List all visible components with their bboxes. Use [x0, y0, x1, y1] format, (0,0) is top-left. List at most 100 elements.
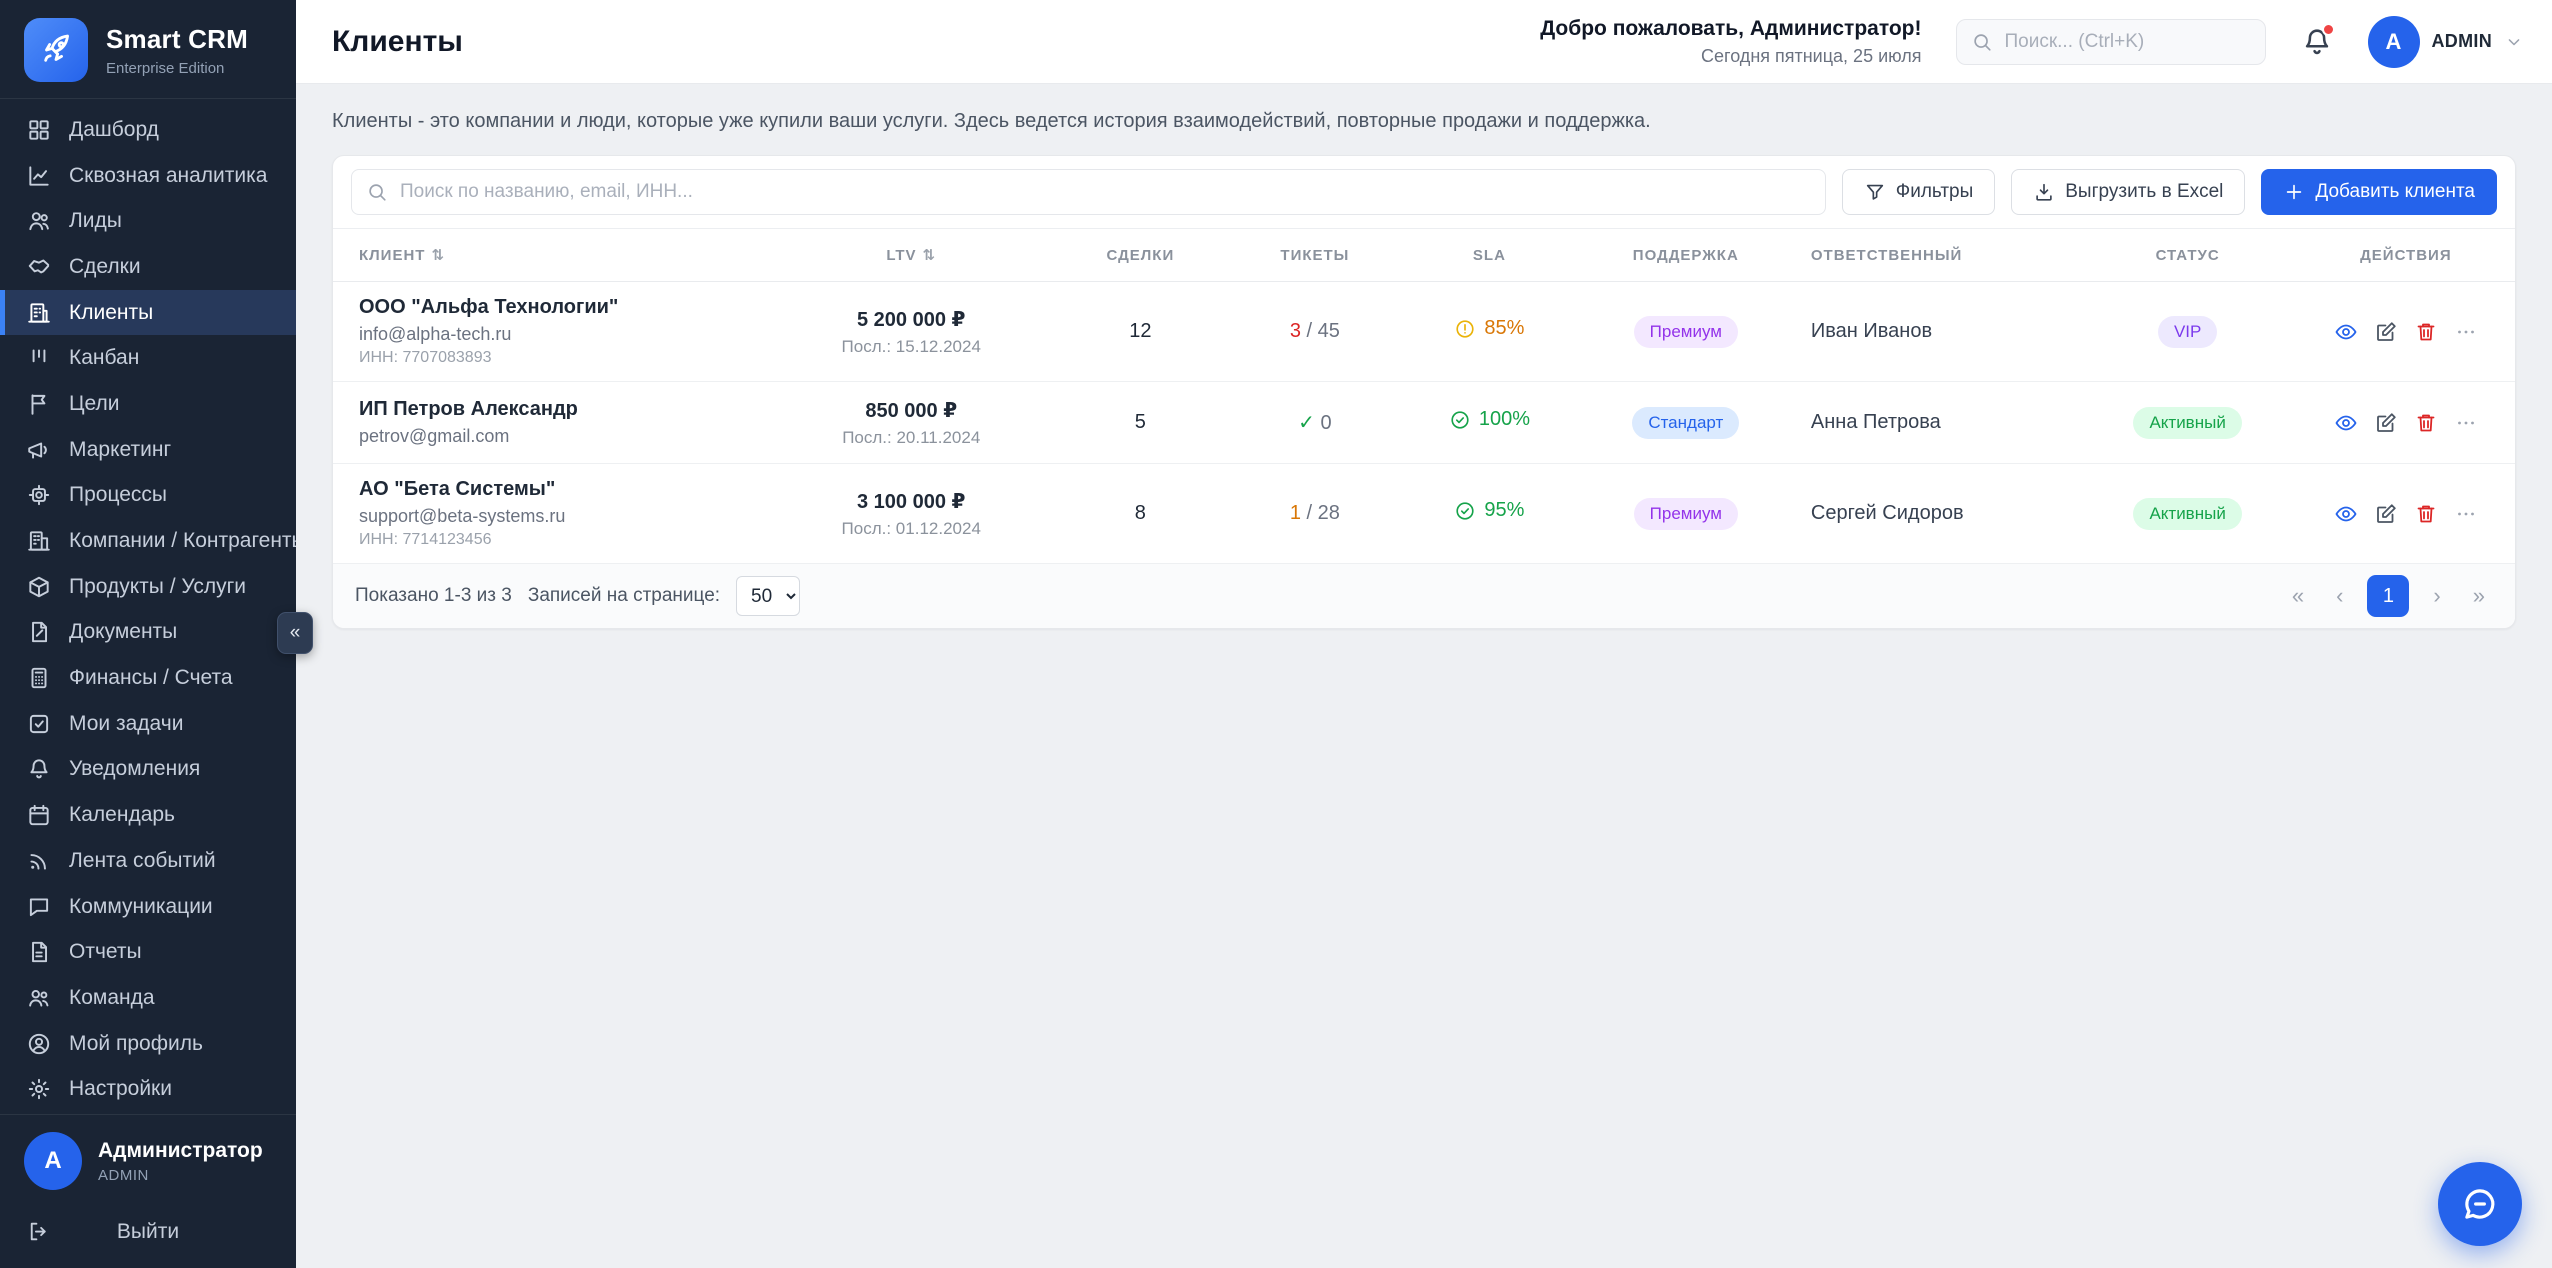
export-excel-button[interactable]: Выгрузить в Excel: [2011, 169, 2245, 215]
view-icon[interactable]: [2334, 411, 2358, 435]
add-client-button[interactable]: Добавить клиента: [2261, 169, 2497, 215]
client-email: support@beta-systems.ru: [359, 506, 757, 527]
column-header-tickets: Тикеты: [1228, 229, 1403, 282]
logout-label: Выйти: [51, 1220, 245, 1244]
delete-icon[interactable]: [2414, 320, 2438, 344]
global-search-input[interactable]: [1956, 19, 2266, 65]
feed-icon: [26, 848, 52, 874]
delete-icon[interactable]: [2414, 502, 2438, 526]
logout-button[interactable]: Выйти: [0, 1207, 296, 1268]
sidebar-item-calendar[interactable]: Календарь: [0, 792, 296, 838]
notifications-button[interactable]: [2300, 25, 2334, 59]
team-icon: [26, 985, 52, 1011]
communications-icon: [26, 894, 52, 920]
sidebar-item-profile[interactable]: Мой профиль: [0, 1021, 296, 1067]
sidebar-item-label: Канбан: [69, 346, 139, 370]
sidebar-item-reports[interactable]: Отчеты: [0, 929, 296, 975]
sidebar-user-menu[interactable]: A Администратор ADMIN: [0, 1114, 296, 1207]
avatar: A: [2368, 16, 2420, 68]
tasks-icon: [26, 711, 52, 737]
column-header-client[interactable]: Клиент⇅: [333, 229, 769, 282]
view-icon[interactable]: [2334, 320, 2358, 344]
more-actions-icon[interactable]: [2454, 320, 2478, 344]
edit-icon[interactable]: [2374, 502, 2398, 526]
edit-icon[interactable]: [2374, 320, 2398, 344]
sidebar-item-settings[interactable]: Настройки: [0, 1066, 296, 1112]
app-title: Smart CRM: [106, 24, 248, 55]
table-toolbar: Фильтры Выгрузить в Excel Добавить клиен…: [333, 156, 2515, 229]
main-content: Клиенты Добро пожаловать, Администратор!…: [296, 0, 2552, 1268]
tickets-total: / 28: [1301, 502, 1340, 524]
user-menu[interactable]: A ADMIN: [2368, 16, 2525, 68]
page-button-1[interactable]: 1: [2367, 575, 2409, 617]
sidebar-item-label: Настройки: [69, 1077, 172, 1101]
support-badge: Премиум: [1634, 316, 1738, 348]
sidebar-item-products[interactable]: Продукты / Услуги: [0, 564, 296, 610]
prev-page-button[interactable]: ‹: [2328, 579, 2351, 613]
sidebar-item-clients[interactable]: Клиенты: [0, 290, 296, 336]
view-icon[interactable]: [2334, 502, 2358, 526]
table-search-input[interactable]: [351, 169, 1826, 215]
delete-icon[interactable]: [2414, 411, 2438, 435]
sidebar-item-kanban[interactable]: Канбан: [0, 335, 296, 381]
sidebar-item-label: Дашборд: [69, 118, 159, 142]
responsible-name: Иван Иванов: [1795, 282, 2079, 382]
download-icon: [2033, 181, 2055, 203]
client-name: АО "Бета Системы": [359, 478, 757, 501]
sidebar-item-label: Мои задачи: [69, 712, 183, 736]
marketing-icon: [26, 437, 52, 463]
ltv-last-date: Посл.: 01.12.2024: [781, 519, 1041, 539]
more-actions-icon[interactable]: [2454, 411, 2478, 435]
sidebar-item-label: Сквозная аналитика: [69, 164, 267, 188]
ltv-value: 3 100 000 ₽: [781, 489, 1041, 514]
tickets-open: 1: [1290, 502, 1301, 524]
status-badge: VIP: [2158, 316, 2217, 348]
responsible-name: Анна Петрова: [1795, 382, 2079, 464]
sidebar-item-leads[interactable]: Лиды: [0, 198, 296, 244]
status-badge: Активный: [2133, 407, 2241, 439]
analytics-icon: [26, 163, 52, 189]
sidebar: Smart CRM Enterprise Edition Дашборд Скво…: [0, 0, 296, 1268]
sidebar-item-label: Маркетинг: [69, 438, 171, 462]
reports-icon: [26, 939, 52, 965]
sidebar-item-analytics[interactable]: Сквозная аналитика: [0, 153, 296, 199]
sidebar-collapse-button[interactable]: «: [277, 612, 313, 654]
edit-icon[interactable]: [2374, 411, 2398, 435]
sidebar-item-goals[interactable]: Цели: [0, 381, 296, 427]
sidebar-item-marketing[interactable]: Маркетинг: [0, 427, 296, 473]
responsible-name: Сергей Сидоров: [1795, 464, 2079, 564]
sidebar-item-communications[interactable]: Коммуникации: [0, 884, 296, 930]
ltv-last-date: Посл.: 20.11.2024: [781, 428, 1041, 448]
last-page-button[interactable]: »: [2465, 579, 2493, 613]
sidebar-item-deals[interactable]: Сделки: [0, 244, 296, 290]
first-page-button[interactable]: «: [2284, 579, 2312, 613]
filters-button[interactable]: Фильтры: [1842, 169, 1995, 215]
sidebar-item-feed[interactable]: Лента событий: [0, 838, 296, 884]
sidebar-item-notifications[interactable]: Уведомления: [0, 747, 296, 793]
clients-table: Клиент⇅LTV⇅СделкиТикетыSLAПоддержкаОтвет…: [333, 229, 2515, 564]
sidebar-item-processes[interactable]: Процессы: [0, 473, 296, 519]
sla-value: 100%: [1449, 408, 1530, 431]
column-header-ltv[interactable]: LTV⇅: [769, 229, 1053, 282]
sidebar-item-documents[interactable]: Документы: [0, 610, 296, 656]
avatar: A: [24, 1132, 82, 1190]
more-actions-icon[interactable]: [2454, 502, 2478, 526]
per-page-select[interactable]: 50: [736, 576, 800, 616]
sidebar-item-tasks[interactable]: Мои задачи: [0, 701, 296, 747]
chat-icon: [2459, 1183, 2501, 1225]
sidebar-item-dashboard[interactable]: Дашборд: [0, 107, 296, 153]
per-page-label: Записей на странице:: [528, 585, 720, 607]
sidebar-item-companies[interactable]: Компании / Контрагенты: [0, 518, 296, 564]
sidebar-item-label: Мой профиль: [69, 1032, 203, 1056]
app-logo: Smart CRM Enterprise Edition: [0, 0, 296, 98]
user-role-label: ADMIN: [2432, 31, 2493, 52]
ltv-last-date: Посл.: 15.12.2024: [781, 337, 1041, 357]
next-page-button[interactable]: ›: [2425, 579, 2448, 613]
sidebar-item-team[interactable]: Команда: [0, 975, 296, 1021]
search-icon: [1971, 31, 1993, 53]
sidebar-item-label: Лиды: [69, 209, 122, 233]
documents-icon: [26, 619, 52, 645]
client-email: info@alpha-tech.ru: [359, 324, 757, 345]
chat-fab-button[interactable]: [2438, 1162, 2522, 1246]
sidebar-item-finance[interactable]: Финансы / Счета: [0, 655, 296, 701]
